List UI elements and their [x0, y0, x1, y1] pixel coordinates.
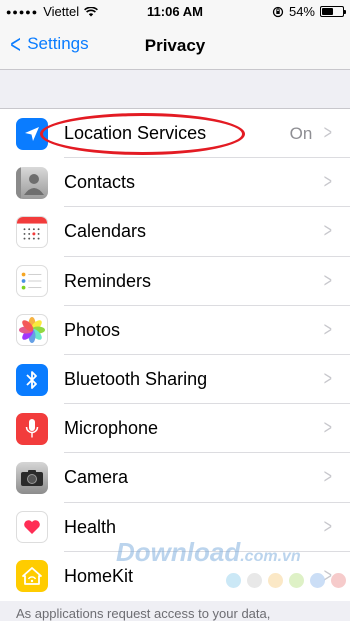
watermark-dots: [226, 573, 346, 588]
list-item-camera[interactable]: Camera >: [0, 453, 350, 503]
row-label: Bluetooth Sharing: [64, 369, 208, 390]
chevron-right-icon: >: [324, 122, 333, 145]
row-label: Contacts: [64, 172, 136, 193]
location-arrow-icon: [16, 117, 48, 150]
photos-icon: [16, 314, 48, 347]
chevron-right-icon: >: [324, 417, 333, 440]
chevron-right-icon: >: [324, 515, 333, 538]
calendar-icon: [16, 215, 48, 248]
status-bar: ●●●●● Viettel 11:06 AM 54%: [0, 0, 350, 22]
list-item-calendars[interactable]: Calendars >: [0, 207, 350, 257]
microphone-icon: [16, 412, 48, 445]
chevron-right-icon: >: [324, 171, 333, 194]
row-label: Camera: [64, 467, 129, 488]
footer-note: As applications request access to your d…: [16, 606, 271, 621]
row-label: Health: [64, 516, 117, 537]
camera-icon: [16, 461, 48, 494]
chevron-right-icon: >: [324, 368, 333, 391]
row-label: Photos: [64, 319, 121, 340]
watermark-suffix: .com.vn: [240, 548, 301, 565]
row-label: Microphone: [64, 418, 159, 439]
chevron-right-icon: >: [324, 220, 333, 243]
contacts-icon: [16, 166, 48, 199]
reminders-icon: [16, 265, 48, 298]
chevron-right-icon: >: [324, 269, 333, 292]
list-item-contacts[interactable]: Contacts >: [0, 158, 350, 208]
list-item-microphone[interactable]: Microphone >: [0, 404, 350, 454]
privacy-list: Location Services On > Contacts > Calend…: [0, 108, 350, 601]
watermark-text: Download: [116, 537, 241, 567]
row-label: Location Services: [64, 123, 207, 144]
home-icon: [16, 560, 48, 593]
page-title: Privacy: [144, 36, 206, 55]
chevron-right-icon: >: [324, 466, 333, 489]
orientation-lock-icon: [272, 6, 284, 17]
chevron-right-icon: >: [324, 318, 333, 341]
row-label: Reminders: [64, 270, 152, 291]
list-item-reminders[interactable]: Reminders >: [0, 257, 350, 306]
watermark-logo: Download.com.vn: [116, 537, 301, 568]
battery-area: 54%: [272, 4, 346, 19]
row-value: On: [289, 123, 313, 143]
battery-icon: [320, 6, 346, 17]
battery-percent: 54%: [288, 4, 315, 19]
row-label: Calendars: [64, 221, 147, 242]
heart-icon: [16, 511, 48, 544]
list-item-bluetooth-sharing[interactable]: Bluetooth Sharing >: [0, 355, 350, 405]
list-item-photos[interactable]: Photos >: [0, 306, 350, 356]
list-item-location-services[interactable]: Location Services On >: [0, 109, 350, 159]
navigation-bar: < Settings Privacy: [0, 22, 350, 70]
bluetooth-icon: [16, 363, 48, 396]
